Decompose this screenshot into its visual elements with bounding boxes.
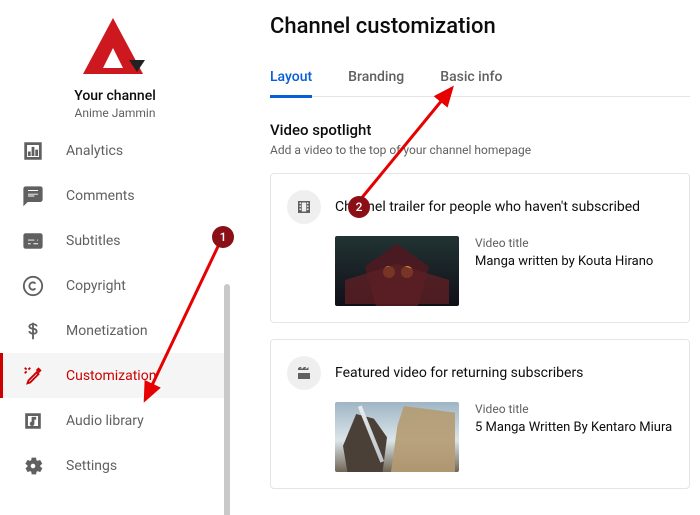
section-subtitle: Add a video to the top of your channel h… <box>270 143 690 157</box>
copyright-icon <box>22 275 44 297</box>
your-channel-label: Your channel <box>0 88 230 104</box>
sidebar-nav: Analytics Comments Subtitles Copyright <box>0 134 230 515</box>
sidebar-item-label: Customization <box>66 368 156 384</box>
clapperboard-icon <box>287 356 321 390</box>
sidebar: Your channel Anime Jammin Analytics Comm… <box>0 0 230 515</box>
video-spotlight-section: Video spotlight Add a video to the top o… <box>270 121 690 489</box>
tab-basic-info[interactable]: Basic info <box>440 57 502 97</box>
subtitles-icon <box>22 230 44 252</box>
customization-icon <box>22 365 44 387</box>
monetization-icon <box>22 320 44 342</box>
sidebar-item-settings[interactable]: Settings <box>0 443 224 488</box>
video-meta-label: Video title <box>475 402 672 416</box>
channel-name: Anime Jammin <box>0 106 230 120</box>
channel-trailer-card[interactable]: Channel trailer for people who haven't s… <box>270 173 690 323</box>
sidebar-item-label: Monetization <box>66 323 148 339</box>
featured-video-card[interactable]: Featured video for returning subscribers… <box>270 339 690 489</box>
card-title: Featured video for returning subscribers <box>335 365 583 381</box>
sidebar-item-copyright[interactable]: Copyright <box>0 263 224 308</box>
audio-library-icon <box>22 410 44 432</box>
video-title: Manga written by Kouta Hirano <box>475 254 653 269</box>
featured-thumbnail[interactable] <box>335 402 459 472</box>
sidebar-item-monetization[interactable]: Monetization <box>0 308 224 353</box>
settings-icon <box>22 455 44 477</box>
page-title: Channel customization <box>270 14 690 39</box>
trailer-meta: Video title Manga written by Kouta Hiran… <box>475 236 653 306</box>
trailer-thumbnail[interactable] <box>335 236 459 306</box>
analytics-icon <box>22 140 44 162</box>
channel-avatar[interactable] <box>65 12 165 84</box>
tabs: Layout Branding Basic info <box>270 57 690 97</box>
sidebar-item-analytics[interactable]: Analytics <box>0 134 224 173</box>
featured-meta: Video title 5 Manga Written By Kentaro M… <box>475 402 672 472</box>
sidebar-item-audio-library[interactable]: Audio library <box>0 398 224 443</box>
tab-layout[interactable]: Layout <box>270 57 312 97</box>
main-content: Channel customization Layout Branding Ba… <box>252 0 700 515</box>
card-title: Channel trailer for people who haven't s… <box>335 199 640 215</box>
channel-info-block: Your channel Anime Jammin <box>0 0 230 134</box>
sidebar-item-label: Settings <box>66 458 117 474</box>
sidebar-item-label: Analytics <box>66 143 123 159</box>
sidebar-item-label: Copyright <box>66 278 126 294</box>
sidebar-scrollbar[interactable] <box>224 284 230 515</box>
sidebar-item-subtitles[interactable]: Subtitles <box>0 218 224 263</box>
sidebar-item-label: Comments <box>66 188 135 204</box>
sidebar-item-comments[interactable]: Comments <box>0 173 224 218</box>
video-meta-label: Video title <box>475 236 653 250</box>
sidebar-item-label: Subtitles <box>66 233 121 249</box>
sidebar-item-label: Audio library <box>66 413 144 429</box>
comments-icon <box>22 185 44 207</box>
tab-branding[interactable]: Branding <box>348 57 404 97</box>
section-title: Video spotlight <box>270 121 690 139</box>
video-title: 5 Manga Written By Kentaro Miura <box>475 420 672 435</box>
sidebar-item-customization[interactable]: Customization <box>0 353 224 398</box>
filmstrip-icon <box>287 190 321 224</box>
